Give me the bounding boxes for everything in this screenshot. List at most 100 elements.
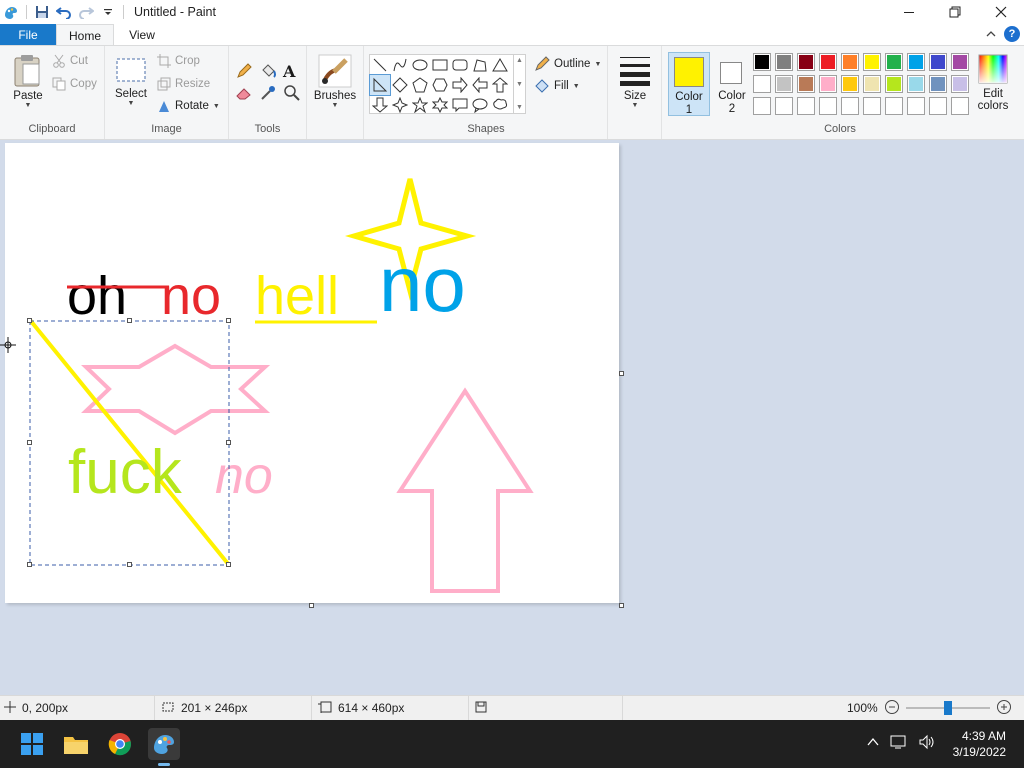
copy-button[interactable]: Copy [52, 77, 97, 91]
tab-file[interactable]: File [0, 24, 56, 46]
palette-color-swatch[interactable] [929, 53, 947, 71]
palette-color-swatch[interactable] [819, 53, 837, 71]
resize-button[interactable]: Resize [157, 77, 210, 91]
palette-color-swatch[interactable] [797, 53, 815, 71]
color2-selector[interactable]: Color 2 [712, 52, 752, 116]
palette-color-swatch[interactable] [819, 97, 837, 115]
palette-color-swatch[interactable] [929, 97, 947, 115]
clock[interactable]: 4:39 AM 3/19/2022 [953, 728, 1006, 760]
rounded-rectangle-shape-icon[interactable] [450, 55, 470, 75]
five-point-star-shape-icon[interactable] [410, 95, 430, 115]
palette-color-swatch[interactable] [863, 75, 881, 93]
palette-color-swatch[interactable] [753, 75, 771, 93]
pencil-icon[interactable] [235, 62, 257, 84]
six-point-star-shape-icon[interactable] [430, 95, 450, 115]
save-icon[interactable] [31, 1, 53, 23]
palette-color-swatch[interactable] [885, 53, 903, 71]
customize-qat-icon[interactable] [97, 1, 119, 23]
palette-color-swatch[interactable] [753, 53, 771, 71]
polygon-shape-icon[interactable] [470, 55, 490, 75]
palette-color-swatch[interactable] [797, 75, 815, 93]
zoom-out-icon[interactable] [884, 699, 900, 718]
diamond-shape-icon[interactable] [390, 75, 410, 95]
curve-shape-icon[interactable] [390, 55, 410, 75]
paste-button[interactable]: Paste ▼ [8, 54, 48, 109]
hexagon-shape-icon[interactable] [430, 75, 450, 95]
palette-color-swatch[interactable] [951, 75, 969, 93]
oval-shape-icon[interactable] [410, 55, 430, 75]
palette-color-swatch[interactable] [775, 97, 793, 115]
selection-handle[interactable] [127, 562, 132, 567]
pentagon-shape-icon[interactable] [410, 75, 430, 95]
right-arrow-shape-icon[interactable] [450, 75, 470, 95]
palette-color-swatch[interactable] [885, 97, 903, 115]
eraser-icon[interactable] [235, 84, 257, 106]
undo-icon[interactable] [53, 1, 75, 23]
close-icon[interactable] [978, 0, 1024, 24]
palette-color-swatch[interactable] [841, 53, 859, 71]
fill-bucket-icon[interactable] [259, 62, 281, 84]
scroll-down-icon[interactable]: ▼ [516, 81, 523, 88]
selection-handle[interactable] [226, 440, 231, 445]
canvas-resize-handle-bottom[interactable] [309, 603, 314, 608]
network-icon[interactable] [890, 734, 908, 753]
minimize-icon[interactable] [886, 0, 932, 24]
palette-color-swatch[interactable] [797, 97, 815, 115]
palette-color-swatch[interactable] [819, 75, 837, 93]
help-icon[interactable]: ? [1004, 26, 1020, 42]
palette-color-swatch[interactable] [841, 75, 859, 93]
selection-handle[interactable] [226, 562, 231, 567]
shapes-scrollbar[interactable]: ▲ ▼ ▼ [514, 54, 526, 114]
palette-color-swatch[interactable] [863, 97, 881, 115]
workspace[interactable]: oh no hell no fuck no [0, 140, 1024, 695]
redo-icon[interactable] [75, 1, 97, 23]
cut-button[interactable]: Cut [52, 54, 88, 68]
palette-color-swatch[interactable] [863, 53, 881, 71]
outline-button[interactable]: Outline ▼ [534, 56, 601, 72]
zoom-in-icon[interactable] [996, 699, 1012, 718]
paint-app-icon[interactable] [0, 1, 22, 23]
palette-color-swatch[interactable] [951, 53, 969, 71]
gallery-expand-icon[interactable]: ▼ [516, 104, 523, 111]
color1-selector[interactable]: Color 1 [668, 52, 710, 116]
up-arrow-shape-icon[interactable] [490, 75, 510, 95]
rotate-button[interactable]: Rotate ▼ [157, 99, 220, 113]
chevron-up-icon[interactable] [866, 735, 880, 752]
chrome-icon[interactable] [104, 728, 136, 760]
palette-color-swatch[interactable] [775, 75, 793, 93]
magnifier-icon[interactable] [283, 84, 305, 106]
canvas-resize-handle-corner[interactable] [619, 603, 624, 608]
palette-color-swatch[interactable] [841, 97, 859, 115]
paint-icon[interactable] [148, 728, 180, 766]
cloud-callout-shape-icon[interactable] [490, 95, 510, 115]
selection-handle[interactable] [27, 562, 32, 567]
volume-icon[interactable] [918, 734, 936, 753]
oval-callout-shape-icon[interactable] [470, 95, 490, 115]
zoom-slider-thumb[interactable] [943, 701, 952, 715]
canvas-resize-handle-right[interactable] [619, 371, 624, 376]
selection-handle[interactable] [127, 318, 132, 323]
maximize-icon[interactable] [932, 0, 978, 24]
fill-button[interactable]: Fill ▼ [534, 78, 580, 94]
select-button[interactable]: Select ▼ [113, 56, 149, 107]
palette-color-swatch[interactable] [929, 75, 947, 93]
selection-handle[interactable] [226, 318, 231, 323]
right-triangle-shape-icon[interactable] [369, 74, 391, 96]
zoom-slider[interactable] [905, 700, 990, 716]
edit-colors-button[interactable]: Edit colors [974, 54, 1012, 112]
palette-color-swatch[interactable] [775, 53, 793, 71]
left-arrow-shape-icon[interactable] [470, 75, 490, 95]
triangle-shape-icon[interactable] [490, 55, 510, 75]
four-point-star-shape-icon[interactable] [390, 95, 410, 115]
tab-home[interactable]: Home [56, 24, 114, 46]
palette-color-swatch[interactable] [951, 97, 969, 115]
selection-handle[interactable] [27, 440, 32, 445]
start-icon[interactable] [16, 728, 48, 760]
file-explorer-icon[interactable] [60, 728, 92, 760]
collapse-ribbon-icon[interactable] [986, 27, 996, 41]
palette-color-swatch[interactable] [907, 75, 925, 93]
scroll-up-icon[interactable]: ▲ [516, 57, 523, 64]
selection-handle[interactable] [27, 318, 32, 323]
palette-color-swatch[interactable] [907, 97, 925, 115]
palette-color-swatch[interactable] [907, 53, 925, 71]
